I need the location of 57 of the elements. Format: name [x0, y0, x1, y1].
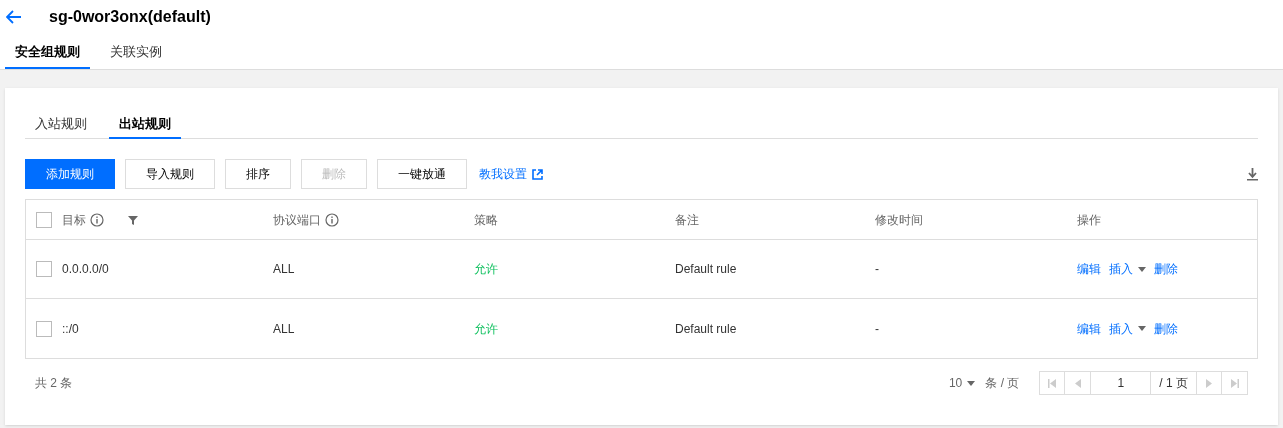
column-header: 操作 — [1077, 211, 1101, 229]
toolbar-button[interactable]: 添加规则 — [25, 159, 115, 189]
table-cell-text: - — [875, 261, 880, 278]
next-page-button[interactable] — [1196, 371, 1222, 395]
table-cell-text: ALL — [273, 320, 296, 338]
next-page-icon[interactable] — [1206, 378, 1212, 388]
page-input[interactable]: 1 — [1091, 371, 1152, 395]
table-cell: 允许 — [474, 321, 498, 336]
info-icon[interactable] — [325, 212, 339, 227]
table-cell-text: - — [875, 320, 880, 338]
caret-down-icon[interactable] — [1138, 266, 1146, 272]
tab[interactable]: 关联实例 — [100, 41, 172, 69]
help-link[interactable]: 教我设置 — [479, 165, 527, 183]
column-header: 目标 — [62, 211, 86, 229]
last-page-icon[interactable] — [1230, 378, 1239, 388]
column-header: 修改时间 — [875, 211, 923, 229]
page-title: sg-0wor3onx(default) — [49, 7, 211, 27]
tab[interactable]: 入站规则 — [25, 113, 97, 139]
external-link-icon[interactable] — [532, 168, 543, 180]
total-count: 共 2 条 — [35, 375, 73, 392]
page-size-unit: 条 / 页 — [985, 375, 1020, 392]
download-icon[interactable] — [1247, 167, 1258, 181]
table-cell-text: 0.0.0.0/0 — [62, 261, 110, 278]
page-size-select[interactable]: 10 — [948, 374, 976, 392]
column-header: 备注 — [675, 211, 699, 229]
action-link[interactable]: 编辑 — [1077, 319, 1101, 338]
caret-down-icon[interactable] — [1138, 326, 1146, 331]
prev-page-button[interactable] — [1065, 371, 1092, 395]
action-link[interactable]: 插入 — [1109, 319, 1133, 338]
toolbar-button[interactable]: 导入规则 — [125, 159, 215, 189]
checkbox[interactable] — [36, 320, 52, 337]
action-link[interactable]: 删除 — [1154, 260, 1178, 278]
table-cell-text: ALL — [273, 261, 296, 278]
filter-icon[interactable] — [128, 214, 138, 225]
column-header: 协议端口 — [273, 211, 321, 229]
tab[interactable]: 出站规则 — [109, 113, 181, 139]
info-icon[interactable] — [90, 212, 104, 227]
action-link[interactable]: 编辑 — [1077, 260, 1101, 278]
checkbox[interactable] — [36, 261, 52, 277]
toolbar-button[interactable]: 排序 — [225, 159, 291, 189]
caret-down-icon[interactable] — [967, 380, 976, 386]
action-link[interactable]: 删除 — [1154, 319, 1178, 338]
action-link[interactable]: 插入 — [1109, 260, 1133, 278]
page-total: / 1 页 — [1151, 371, 1196, 395]
table-cell: 允许 — [474, 262, 498, 276]
back-arrow-icon[interactable] — [6, 10, 22, 24]
prev-page-icon[interactable] — [1074, 378, 1081, 388]
table-cell-text: Default rule — [675, 320, 738, 338]
tab[interactable]: 安全组规则 — [5, 41, 90, 69]
first-page-button[interactable] — [1039, 371, 1066, 395]
checkbox[interactable] — [36, 211, 52, 228]
column-header: 策略 — [474, 211, 498, 229]
toolbar-button[interactable]: 一键放通 — [377, 159, 467, 189]
first-page-icon[interactable] — [1048, 378, 1057, 388]
table-cell-text: ::/0 — [62, 320, 80, 338]
table-cell-text: Default rule — [675, 261, 738, 278]
last-page-button[interactable] — [1222, 371, 1248, 395]
